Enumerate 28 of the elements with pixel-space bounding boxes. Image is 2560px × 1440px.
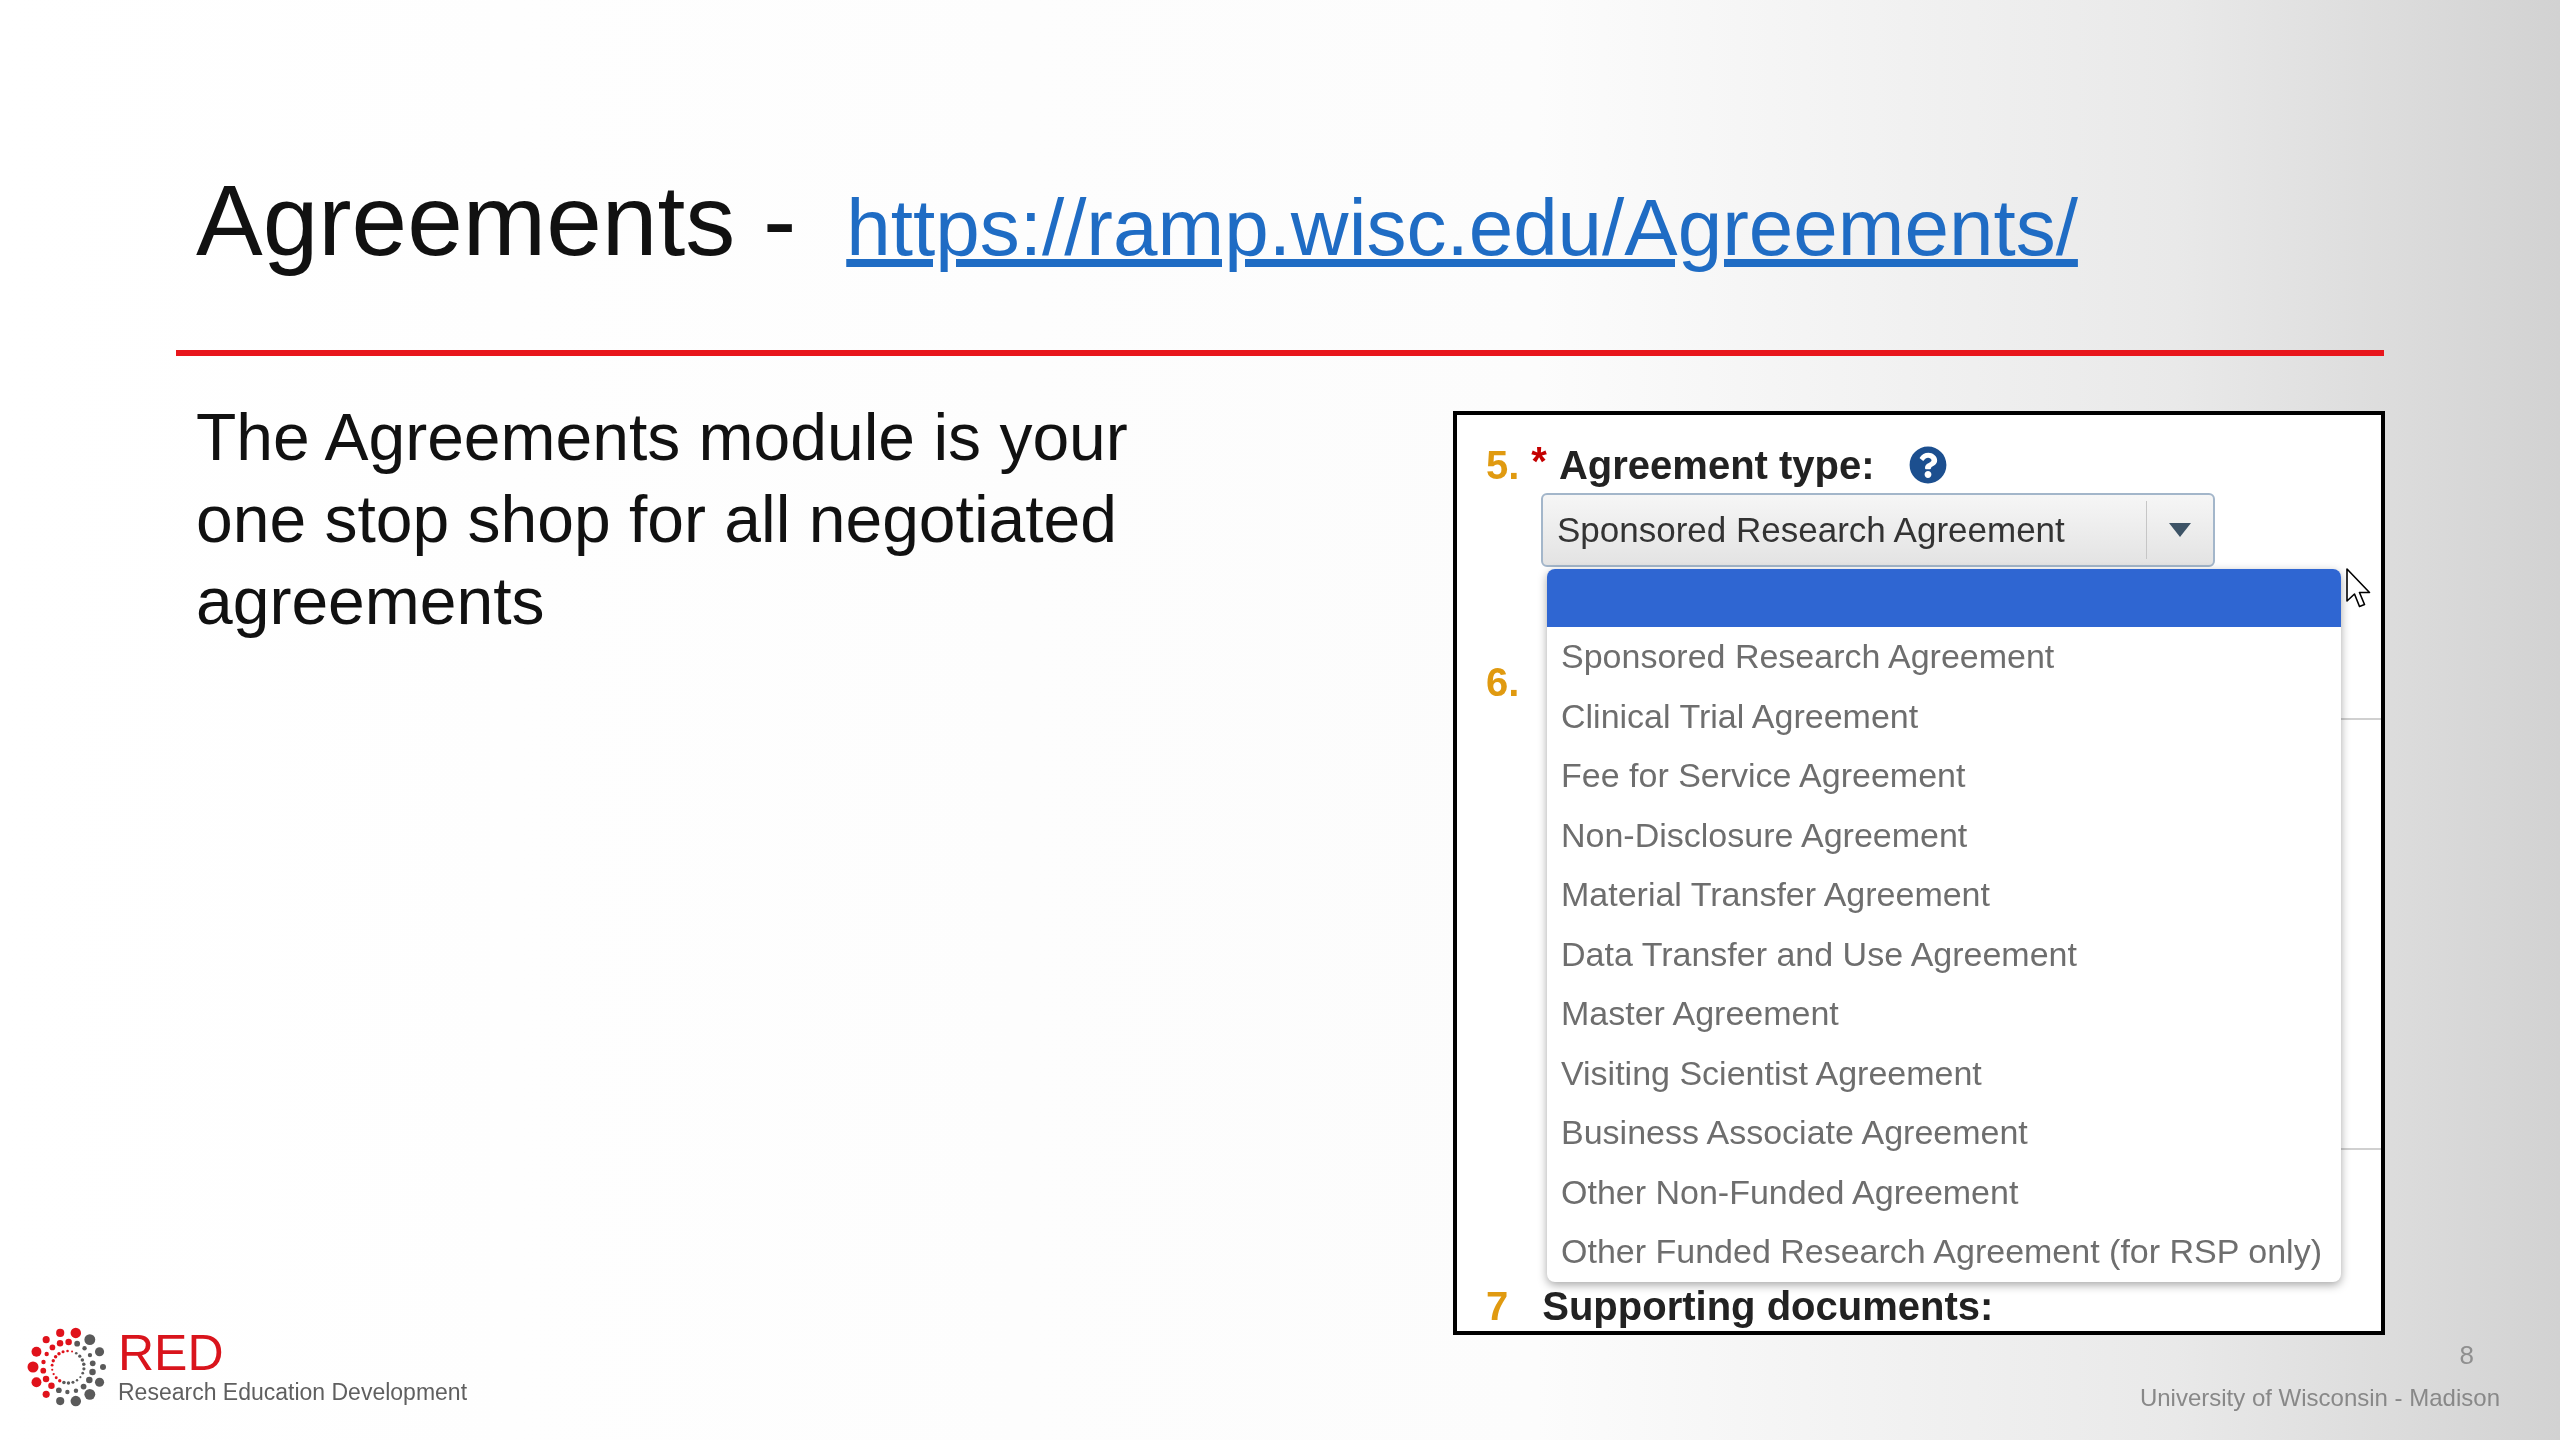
help-icon[interactable] bbox=[1908, 446, 1947, 484]
dropdown-option[interactable]: Clinical Trial Agreement bbox=[1547, 686, 2341, 746]
dropdown-option[interactable]: Master Agreement bbox=[1547, 984, 2341, 1044]
agreements-link[interactable]: https://ramp.wisc.edu/Agreements/ bbox=[846, 173, 2078, 283]
agreement-type-select[interactable]: Sponsored Research Agreement bbox=[1541, 493, 2215, 567]
body-text: The Agreements module is your one stop shop for all negotiated agreements bbox=[196, 399, 1129, 640]
logo-tagline: Research Education Development bbox=[118, 1378, 468, 1406]
field-number: 6. bbox=[1486, 659, 1520, 706]
slide-title: Agreements - bbox=[196, 163, 797, 278]
dropdown-option[interactable]: Sponsored Research Agreement bbox=[1547, 627, 2341, 687]
page-number: 8 bbox=[2459, 1340, 2474, 1370]
field-number: 5. bbox=[1486, 442, 1520, 489]
dropdown-option[interactable]: Data Transfer and Use Agreement bbox=[1547, 924, 2341, 984]
dropdown-option[interactable]: Other Funded Research Agreement (for RSP only) bbox=[1547, 1222, 2341, 1282]
logo-wordmark: RED bbox=[118, 1328, 225, 1378]
dropdown-option[interactable]: Non-Disclosure Agreement bbox=[1547, 805, 2341, 865]
field-label: Agreement type: bbox=[1558, 442, 1875, 489]
dropdown-option[interactable]: Fee for Service Agreement bbox=[1547, 746, 2341, 806]
footer-organization: University of Wisconsin - Madison bbox=[2139, 1384, 2500, 1412]
dropdown-option[interactable]: Business Associate Agreement bbox=[1547, 1103, 2341, 1163]
caret-icon bbox=[2169, 523, 2191, 537]
dropdown-option[interactable]: Visiting Scientist Agreement bbox=[1547, 1043, 2341, 1103]
dropdown-option[interactable]: Material Transfer Agreement bbox=[1547, 865, 2341, 925]
required-asterisk: * bbox=[1531, 438, 1547, 485]
dropdown-option[interactable]: Other Non-Funded Agreement bbox=[1547, 1162, 2341, 1222]
field-number: 7 bbox=[1486, 1283, 1509, 1330]
field-label: Supporting documents: bbox=[1542, 1283, 1994, 1330]
mouse-pointer-icon bbox=[2346, 568, 2371, 608]
